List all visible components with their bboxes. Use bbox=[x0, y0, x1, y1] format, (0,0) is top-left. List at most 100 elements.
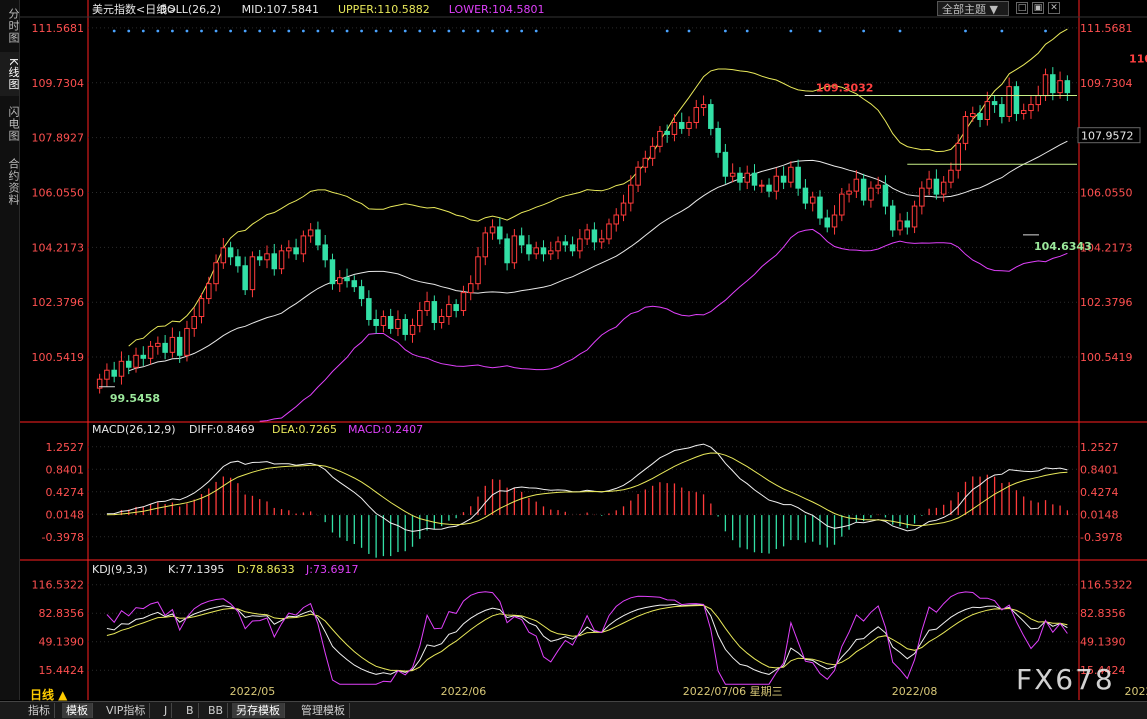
candle-body bbox=[598, 238, 605, 243]
candle-body bbox=[1057, 80, 1063, 94]
kdj-ytick-right-0: 116.5322 bbox=[1080, 579, 1133, 592]
candle-body bbox=[657, 130, 663, 147]
maximize-icon[interactable]: ▣ bbox=[1032, 2, 1044, 14]
candle-body bbox=[417, 310, 423, 326]
signal-dot bbox=[389, 29, 393, 33]
tab-vip-indicator[interactable]: VIP指标 bbox=[102, 703, 151, 718]
candle-body bbox=[933, 178, 940, 195]
restore-icon[interactable]: □ bbox=[1016, 2, 1028, 14]
signal-dot bbox=[723, 29, 727, 33]
candle-body bbox=[395, 318, 401, 329]
tab-indicator[interactable]: 指标 bbox=[24, 703, 55, 718]
annotation-label-2: 104.6343 bbox=[1034, 240, 1092, 253]
candle-body bbox=[919, 187, 925, 207]
tab-timeshare[interactable]: 分时图 bbox=[0, 4, 20, 48]
signal-dot bbox=[403, 29, 407, 33]
signal-dot bbox=[112, 29, 116, 33]
candle-body bbox=[344, 277, 350, 282]
kdj-k-value: K:77.1395 bbox=[168, 563, 224, 576]
signal-dot bbox=[170, 29, 174, 33]
macd-dea-value: DEA:0.7265 bbox=[272, 423, 337, 436]
candle-body bbox=[860, 178, 867, 201]
manage-template-button[interactable]: 管理模板 bbox=[297, 703, 350, 718]
tab-bb[interactable]: BB bbox=[204, 703, 229, 718]
candle-body bbox=[249, 256, 256, 291]
tab-kline[interactable]: K线图 bbox=[0, 52, 20, 96]
candle-body bbox=[773, 175, 780, 192]
kdj-ytick-left-0: 116.5322 bbox=[32, 579, 85, 592]
kdj-ytick-left-3: 15.4424 bbox=[39, 664, 85, 677]
close-icon[interactable]: ✕ bbox=[1048, 2, 1060, 14]
candle-body bbox=[904, 220, 911, 228]
candle-body bbox=[824, 217, 831, 228]
candle-body bbox=[591, 229, 598, 243]
signal-dot bbox=[331, 29, 334, 33]
boll-mid-value: MID:107.5841 bbox=[242, 3, 319, 16]
candle-body bbox=[780, 175, 787, 183]
candle-body bbox=[533, 247, 539, 255]
theme-dropdown[interactable]: 全部主题 ▼ bbox=[937, 1, 1009, 16]
candle-body bbox=[111, 369, 117, 377]
x-axis-label-4: 2022/09 bbox=[1125, 685, 1147, 698]
candle-body bbox=[322, 244, 328, 261]
candle-body bbox=[948, 169, 954, 183]
tab-template[interactable]: 模板 bbox=[62, 703, 93, 718]
macd-value: MACD:0.2407 bbox=[348, 423, 423, 436]
kdj-ytick-left-2: 49.1390 bbox=[39, 636, 85, 649]
tab-j[interactable]: J bbox=[160, 703, 173, 718]
macd-ytick-left-4: -0.3978 bbox=[42, 531, 84, 544]
candle-body bbox=[955, 142, 961, 171]
candle-body bbox=[358, 286, 365, 300]
candle-body bbox=[169, 336, 176, 353]
kdj-j-value: J:73.6917 bbox=[305, 563, 358, 576]
candle-body bbox=[831, 214, 838, 228]
candle-body bbox=[482, 232, 489, 258]
signal-dot bbox=[141, 29, 145, 33]
candle-body bbox=[940, 181, 947, 195]
x-axis-label-2: 2022/07/06 星期三 bbox=[683, 685, 783, 698]
x-axis-label-0: 2022/05 bbox=[230, 685, 276, 698]
candle-body bbox=[118, 360, 125, 377]
signal-dot bbox=[316, 29, 320, 33]
candle-body bbox=[518, 235, 525, 246]
candle-body bbox=[962, 116, 969, 144]
candle-body bbox=[868, 187, 874, 201]
candle-body bbox=[300, 235, 307, 255]
candle-body bbox=[366, 298, 372, 320]
signal-dot bbox=[745, 29, 749, 33]
tab-contract-info[interactable]: 合约资料 bbox=[0, 152, 20, 212]
candle-body bbox=[373, 318, 379, 326]
candle-body bbox=[184, 327, 190, 356]
candle-body bbox=[635, 166, 641, 186]
candle-body bbox=[853, 178, 860, 192]
candle-body bbox=[402, 318, 408, 335]
tab-flash[interactable]: 闪电图 bbox=[0, 102, 20, 146]
candle-body bbox=[744, 172, 750, 183]
signal-dot bbox=[185, 29, 189, 33]
candle-body bbox=[1050, 74, 1056, 94]
save-template-button[interactable]: 另存模板 bbox=[232, 703, 285, 718]
signal-dot bbox=[127, 29, 131, 33]
candle-body bbox=[700, 104, 707, 109]
candle-body bbox=[606, 223, 612, 240]
signal-dot bbox=[1000, 29, 1004, 33]
signal-dot bbox=[432, 29, 436, 33]
candle-body bbox=[678, 121, 685, 129]
candle-body bbox=[882, 184, 889, 207]
main-ytick-right-3: 106.0550 bbox=[1080, 186, 1133, 199]
candle-body bbox=[446, 304, 452, 318]
x-axis-label-1: 2022/06 bbox=[441, 685, 487, 698]
candle-body bbox=[809, 196, 816, 204]
candle-body bbox=[220, 247, 227, 264]
main-ytick-right-0: 111.5681 bbox=[1080, 22, 1133, 35]
tab-b[interactable]: B bbox=[182, 703, 199, 718]
candle-body bbox=[460, 292, 467, 312]
candle-body bbox=[548, 250, 554, 255]
candle-body bbox=[271, 253, 278, 270]
candle-body bbox=[766, 184, 772, 192]
candle-body bbox=[155, 342, 161, 347]
candle-body bbox=[409, 324, 416, 335]
macd-ytick-right-3: 0.0148 bbox=[1080, 508, 1119, 521]
candle-body bbox=[991, 101, 998, 106]
chart-canvas[interactable]: 111.5681 111.5681 109.7304 109.7304 107.8927… bbox=[20, 0, 1147, 700]
